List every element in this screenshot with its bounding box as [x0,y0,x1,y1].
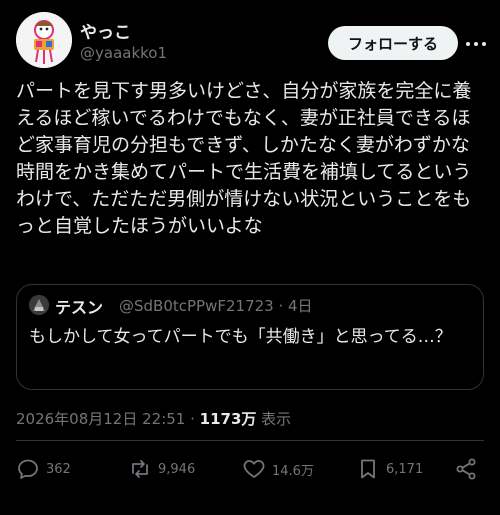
tweet-meta: 2026年08月12日 22:51 · 1173万 表示 [16,408,291,429]
retweet-button[interactable]: 9,946 [128,452,195,486]
bookmark-icon [361,459,375,479]
tweet-text: パートを見下す男多いけどさ、自分が家族を完全に養えるほど稼いでるわけでもなく、妻… [16,80,472,237]
action-bar: 362 9,946 14.6万 6,171 [16,452,486,486]
tweet-timestamp[interactable]: 2026年08月12日 22:51 [16,410,185,428]
retweet-icon [132,460,148,478]
share-button[interactable] [454,452,478,486]
user-display-name[interactable]: やっこ [80,18,131,43]
quote-text: もしかして女ってパートでも「共働き」と思ってる…？ [29,327,452,347]
bookmark-button[interactable]: 6,171 [356,452,423,486]
tweet-header: やっこ @yaaakko1 フォローする [16,12,486,68]
reply-count: 362 [46,461,71,477]
heart-icon [243,460,265,478]
bookmark-count: 6,171 [386,461,424,477]
cartoon-character-avatar-icon [16,12,72,68]
views-label: 表示 [256,410,292,428]
meta-separator: · [185,410,200,428]
user-handle[interactable]: @yaaakko1 [80,44,167,62]
share-icon [456,458,476,480]
like-button[interactable]: 14.6万 [242,452,314,486]
divider [16,440,484,441]
reply-button[interactable]: 362 [16,452,71,486]
quote-author-name: テスン [55,298,104,317]
quoted-tweet[interactable]: テスン @SdB0tcPPwF21723 · 4日 もしかして女ってパートでも「… [16,284,484,390]
user-avatar[interactable] [16,12,72,68]
reply-icon [18,459,38,479]
retweet-count: 9,946 [158,461,196,477]
view-count: 1173万 [199,410,257,428]
more-icon[interactable] [464,32,488,56]
like-count: 14.6万 [272,463,314,479]
follow-button[interactable]: フォローする [328,26,458,60]
quote-author-handle: @SdB0tcPPwF21723 · 4日 [119,297,313,315]
quote-avatar [29,295,49,315]
